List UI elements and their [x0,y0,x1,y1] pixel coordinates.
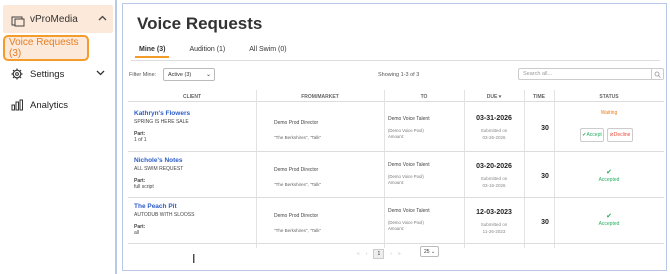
from-name: Demo Prod Director [274,120,319,126]
decline-label: Decline [613,132,631,138]
sidebar-item-label: Voice Requests (3) [9,37,79,59]
col-time: TIME [533,94,545,100]
check-icon: ✔ [606,169,612,176]
from-market: "The Berkshires", "Talk" [274,227,322,233]
col-status: STATUS [599,94,619,100]
client-link[interactable]: The Peach Pit [134,203,254,212]
client-cell: Nichole's Notes ALL SWIM REQUEST Part: f… [134,157,254,191]
decline-button[interactable]: ⊘ Decline [607,128,633,142]
from-cell: Demo Prod Director "The Berkshires", "Ta… [274,167,386,188]
status-cell: ✔ Accepted [554,212,664,228]
to-cell: Demo Voice Talent (Demo Voice Pool) Amou… [388,208,466,231]
due-cell: 12-03-2023 Submitted on 11-26-2023 [464,208,524,235]
sidebar: vProMedia Voice Requests (3) Settings An… [0,0,117,274]
status-badge: Accepted [598,177,620,184]
next-page-icon[interactable]: › [390,251,392,257]
col-due-label: DUE [486,94,498,100]
brand-label: vProMedia [30,13,78,25]
to-name: Demo Voice Talent [388,208,430,214]
table-row[interactable]: The Peach Pit AUTODUB WITH SLOOSS Part: … [128,198,664,244]
request-subtitle: SPRING IS HERE SALE [134,118,189,125]
sidebar-item-label: Analytics [30,99,69,111]
col-to: TO [420,94,428,100]
requests-table: CLIENT FROM/MARKET TO DUE ▾ TIME STATUS … [122,3,667,271]
time-value: 30 [541,125,549,132]
part-value: all [134,230,140,237]
part-value: full script [134,184,154,191]
submitted-date: 11-26-2023 [482,228,506,234]
last-page-icon[interactable]: » [398,251,401,257]
table-row[interactable]: Kathryn's Flowers SPRING IS HERE SALE Pa… [128,102,664,152]
check-icon: ✔ [606,213,612,220]
request-subtitle: ALL SWIM REQUEST [134,165,184,172]
part-label: Part: [134,223,146,230]
due-date: 12-03-2023 [476,209,512,216]
chevron-up-icon [98,13,107,23]
table-row[interactable]: Nichole's Notes ALL SWIM REQUEST Part: f… [128,152,664,198]
media-icon [11,14,25,26]
to-amount: Amount: [388,179,405,185]
sidebar-item-analytics[interactable]: Analytics [0,95,113,115]
text-cursor-icon: I [192,252,196,266]
to-name: Demo Voice Talent [388,116,430,122]
request-subtitle: AUTODUB WITH SLOOSS [134,211,195,218]
from-name: Demo Prod Director [274,213,319,219]
submitted-date: 03-16-2026 [482,182,506,188]
first-page-icon[interactable]: « [357,251,360,257]
sidebar-item-settings[interactable]: Settings [0,64,113,84]
brand-menu[interactable]: vProMedia [3,5,113,33]
status-badge: Waiting [600,110,618,116]
sidebar-item-label: Settings [30,68,65,80]
pagination: « ‹ 1 › » [354,249,404,259]
to-amount: Amount: [388,225,405,231]
page-size-value: 25 [424,249,430,255]
page-current[interactable]: 1 [373,249,385,259]
from-cell: Demo Prod Director "The Berkshires", "Ta… [274,120,386,141]
due-date: 03-20-2026 [476,163,512,170]
to-name: Demo Voice Talent [388,162,430,168]
client-link[interactable]: Kathryn's Flowers [134,110,254,119]
part-value: 1 of 1 [134,137,147,144]
from-market: "The Berkshires", "Talk" [274,134,322,140]
due-date: 03-31-2026 [476,115,512,122]
status-cell: ✔ Accepted [554,168,664,184]
part-label: Part: [134,177,146,184]
prev-page-icon[interactable]: ‹ [366,251,368,257]
col-client: CLIENT [182,94,202,100]
from-cell: Demo Prod Director "The Berkshires", "Ta… [274,213,386,234]
to-cell: Demo Voice Talent (Demo Voice Pool) Amou… [388,162,466,185]
part-label: Part: [134,130,146,137]
due-cell: 03-20-2026 Submitted on 03-16-2026 [464,162,524,189]
col-from: FROM/MARKET [301,94,339,100]
from-name: Demo Prod Director [274,167,319,173]
from-market: "The Berkshires", "Talk" [274,181,322,187]
client-cell: The Peach Pit AUTODUB WITH SLOOSS Part: … [134,203,254,237]
sidebar-item-voice-requests[interactable]: Voice Requests (3) [3,35,89,61]
accept-button[interactable]: ✔ Accept [580,128,604,142]
col-due[interactable]: DUE ▾ [464,94,524,100]
client-cell: Kathryn's Flowers SPRING IS HERE SALE Pa… [134,110,254,144]
table-header: CLIENT FROM/MARKET TO DUE ▾ TIME STATUS [128,90,664,102]
chevron-down-icon [96,68,105,78]
page-size-select[interactable]: 25 ⌄ [420,246,439,257]
accept-label: Accept [586,132,602,138]
gear-icon [10,67,24,81]
submitted-date: 03-26-2026 [482,134,506,140]
to-cell: Demo Voice Talent (Demo Voice Pool) Amou… [388,116,466,139]
bar-chart-icon [10,98,24,112]
to-amount: Amount: [388,133,405,139]
due-cell: 03-31-2026 Submitted on 03-26-2026 [464,114,524,141]
status-badge: Accepted [598,221,620,228]
client-link[interactable]: Nichole's Notes [134,157,254,166]
